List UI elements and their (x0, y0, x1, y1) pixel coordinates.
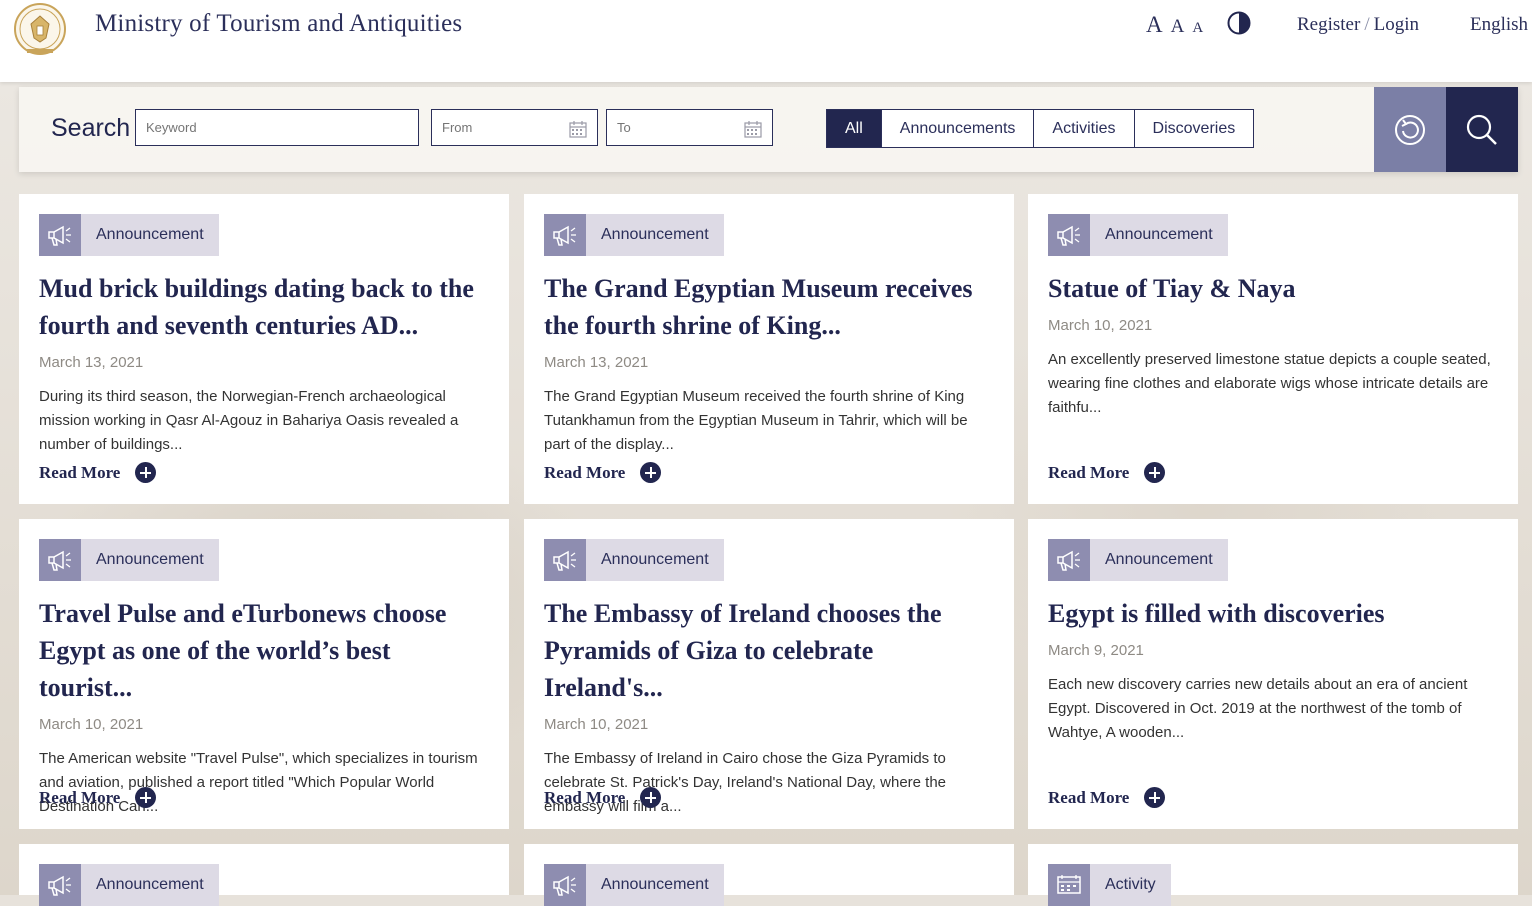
card-description: The Embassy of Ireland in Cairo chose th… (544, 750, 947, 815)
auth-links: Register / Login (1297, 14, 1419, 36)
font-size-medium[interactable]: A (1171, 16, 1185, 38)
tag-label: Announcement (1090, 539, 1228, 581)
news-card[interactable]: Announcement Mud brick buildings dating … (19, 194, 509, 504)
read-more-link[interactable]: Read More (39, 787, 157, 808)
category-tag: Announcement (39, 864, 489, 906)
read-more-label: Read More (39, 787, 121, 807)
tag-label: Announcement (81, 539, 219, 581)
news-card[interactable]: Announcement (524, 844, 1014, 906)
read-more-link[interactable]: Read More (39, 462, 157, 483)
category-tag: Activity (1048, 864, 1498, 906)
tag-label: Announcement (586, 539, 724, 581)
card-date: March 10, 2021 (544, 716, 649, 733)
activity-icon (1048, 864, 1090, 906)
plus-icon (1144, 787, 1166, 808)
card-date: March 9, 2021 (1048, 642, 1144, 659)
card-date: March 10, 2021 (1048, 317, 1153, 334)
card-title[interactable]: Mud brick buildings dating back to the f… (39, 270, 489, 344)
card-description: During its third season, the Norwegian-F… (39, 388, 459, 453)
category-tag: Announcement (544, 214, 994, 256)
card-description: The American website "Travel Pulse", whi… (39, 750, 478, 815)
megaphone-icon (544, 864, 586, 906)
search-icon (1466, 114, 1497, 145)
search-bar: Search All Announcements Activities Disc… (19, 87, 1518, 172)
megaphone-icon (39, 539, 81, 581)
tag-label: Activity (1090, 864, 1171, 906)
reset-button[interactable] (1374, 87, 1446, 172)
read-more-link[interactable]: Read More (1048, 787, 1166, 808)
filter-discoveries[interactable]: Discoveries (1134, 109, 1255, 148)
login-link[interactable]: Login (1374, 14, 1419, 35)
read-more-label: Read More (544, 462, 626, 482)
category-tag: Announcement (39, 214, 489, 256)
keyword-input[interactable] (135, 109, 419, 146)
category-tag: Announcement (544, 539, 994, 581)
news-card[interactable]: Activity (1028, 844, 1518, 906)
read-more-label: Read More (39, 462, 121, 482)
card-title[interactable]: The Embassy of Ireland chooses the Pyram… (544, 595, 994, 706)
language-switch[interactable]: English (1470, 14, 1528, 36)
filter-activities[interactable]: Activities (1034, 109, 1135, 148)
card-title[interactable]: The Grand Egyptian Museum receives the f… (544, 270, 994, 344)
card-title[interactable]: Egypt is filled with discoveries (1048, 595, 1498, 632)
read-more-link[interactable]: Read More (544, 787, 662, 808)
megaphone-icon (1048, 214, 1090, 256)
news-card[interactable]: Announcement Egypt is filled with discov… (1028, 519, 1518, 829)
read-more-label: Read More (1048, 787, 1130, 807)
megaphone-icon (39, 864, 81, 906)
news-card[interactable]: Announcement (19, 844, 509, 906)
plus-icon (1144, 462, 1166, 483)
card-date: March 10, 2021 (39, 716, 144, 733)
tag-label: Announcement (586, 214, 724, 256)
category-tag: Announcement (544, 864, 994, 906)
calendar-icon[interactable] (569, 120, 587, 138)
megaphone-icon (1048, 539, 1090, 581)
category-tag: Announcement (1048, 539, 1498, 581)
card-date: March 13, 2021 (39, 354, 144, 371)
tag-label: Announcement (1090, 214, 1228, 256)
megaphone-icon (544, 214, 586, 256)
news-card[interactable]: Announcement The Grand Egyptian Museum r… (524, 194, 1014, 504)
read-more-link[interactable]: Read More (544, 462, 662, 483)
font-size-large[interactable]: A (1146, 12, 1163, 38)
tag-label: Announcement (81, 214, 219, 256)
search-label: Search (51, 114, 131, 142)
ministry-logo[interactable] (13, 2, 67, 56)
read-more-label: Read More (1048, 462, 1130, 482)
news-card[interactable]: Announcement Travel Pulse and eTurbonews… (19, 519, 509, 829)
plus-icon (135, 787, 157, 808)
card-date: March 13, 2021 (544, 354, 649, 371)
card-description: An excellently preserved limestone statu… (1048, 351, 1491, 416)
tag-label: Announcement (81, 864, 219, 906)
search-button[interactable] (1446, 87, 1518, 172)
plus-icon (640, 462, 662, 483)
category-tag: Announcement (39, 539, 489, 581)
plus-icon (640, 787, 662, 808)
card-description: Each new discovery carries new details a… (1048, 676, 1468, 741)
read-more-link[interactable]: Read More (1048, 462, 1166, 483)
auth-separator: / (1364, 14, 1370, 35)
news-card[interactable]: Announcement Statue of Tiay & Naya March… (1028, 194, 1518, 504)
register-link[interactable]: Register (1297, 14, 1360, 35)
card-title[interactable]: Travel Pulse and eTurbonews choose Egypt… (39, 595, 489, 706)
card-title[interactable]: Statue of Tiay & Naya (1048, 270, 1498, 307)
site-title[interactable]: Ministry of Tourism and Antiquities (95, 10, 462, 38)
read-more-label: Read More (544, 787, 626, 807)
contrast-toggle-icon[interactable] (1227, 11, 1251, 35)
category-filters: All Announcements Activities Discoveries (826, 109, 1255, 148)
font-size-controls: A A A (1146, 12, 1207, 38)
refresh-icon (1395, 114, 1425, 145)
font-size-small[interactable]: A (1192, 20, 1203, 37)
category-tag: Announcement (1048, 214, 1498, 256)
plus-icon (135, 462, 157, 483)
calendar-icon[interactable] (744, 120, 762, 138)
megaphone-icon (544, 539, 586, 581)
card-description: The Grand Egyptian Museum received the f… (544, 388, 968, 453)
tag-label: Announcement (586, 864, 724, 906)
megaphone-icon (39, 214, 81, 256)
filter-announcements[interactable]: Announcements (881, 109, 1035, 148)
news-card[interactable]: Announcement The Embassy of Ireland choo… (524, 519, 1014, 829)
filter-all[interactable]: All (826, 109, 882, 148)
site-header: Ministry of Tourism and Antiquities A A … (0, 0, 1532, 82)
